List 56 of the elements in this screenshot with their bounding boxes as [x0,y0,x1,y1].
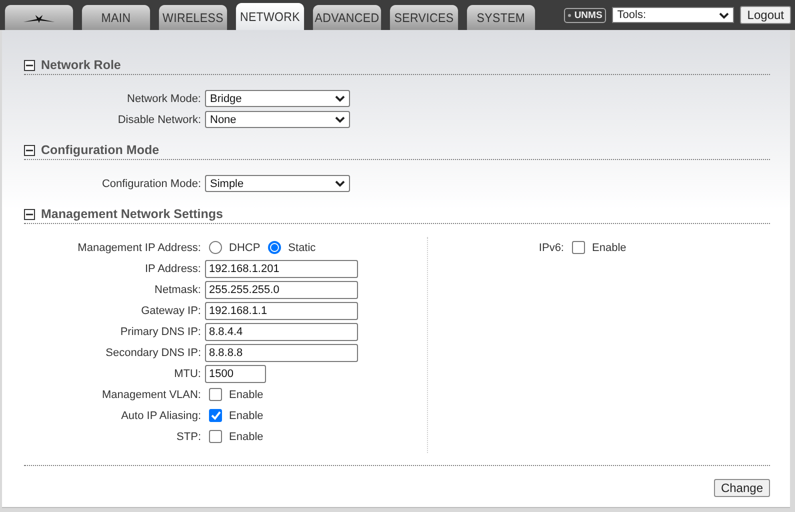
field-label: Configuration Mode: [100,178,202,190]
nav-tab[interactable]: SERVICES [390,5,458,30]
dropdown[interactable]: None [205,111,350,128]
option-label: DHCP [229,242,260,254]
input-field[interactable]: 192.168.1.201 [205,260,358,278]
option-label: Enable [229,388,264,400]
logout-button[interactable]: Logout [740,6,791,24]
field-label: Gateway IP: [140,304,202,316]
logo-tab[interactable] [4,5,74,30]
input-field[interactable]: 192.168.1.1 [205,302,358,320]
option-label: Static [288,242,316,254]
option-label: Enable [592,242,626,254]
radio-button[interactable] [209,241,222,254]
collapse-icon[interactable] [24,60,35,70]
field-label: Netmask: [154,284,202,296]
input-field[interactable]: 1500 [205,364,266,382]
field-label: Management VLAN: [100,388,202,400]
field-label: Disable Network: [116,114,202,126]
option-label: Enable [229,430,264,442]
nav-tab[interactable]: WIRELESS [158,5,228,30]
caret-icon [335,116,345,123]
dropdown[interactable]: Bridge [205,90,350,107]
field-label: MTU: [173,368,202,380]
field-label: Management IP Address: [76,242,202,254]
caret-icon [335,95,345,102]
field-label: Secondary DNS IP: [104,346,202,358]
section-title: Configuration Mode [41,143,160,157]
nav-tab[interactable]: MAIN [82,5,150,30]
option-label: Enable [229,410,264,422]
input-field[interactable]: 8.8.8.8 [205,344,358,362]
nav-tab[interactable]: SYSTEM [466,5,536,30]
field-label: Auto IP Aliasing: [120,410,202,422]
field-label: Primary DNS IP: [119,326,202,338]
checkbox[interactable] [209,388,222,401]
tools-dropdown[interactable]: Tools: [612,7,734,23]
section-title: Network Role [41,58,121,72]
collapse-icon[interactable] [24,208,35,220]
dropdown[interactable]: Simple [205,175,350,192]
input-field[interactable]: 255.255.255.0 [205,280,358,298]
nav-tab[interactable]: ADVANCED [312,5,382,30]
collapse-icon[interactable] [24,144,35,156]
field-label: IP Address: [144,262,202,274]
field-label: IPv6: [538,242,565,254]
nav-tab[interactable]: NETWORK [236,3,304,30]
caret-icon [719,12,730,18]
input-field[interactable]: 8.8.4.4 [205,322,358,340]
change-button[interactable]: Change [714,479,770,497]
radio-button[interactable] [268,241,282,254]
section-title: Management Network Settings [41,207,223,221]
checkbox[interactable] [572,241,585,254]
field-label: Network Mode: [126,92,202,104]
caret-icon [335,180,345,187]
field-label: STP: [176,430,202,442]
checkbox[interactable] [209,430,222,443]
unms-badge[interactable]: UNMS [564,8,606,22]
checkbox[interactable] [209,409,222,422]
